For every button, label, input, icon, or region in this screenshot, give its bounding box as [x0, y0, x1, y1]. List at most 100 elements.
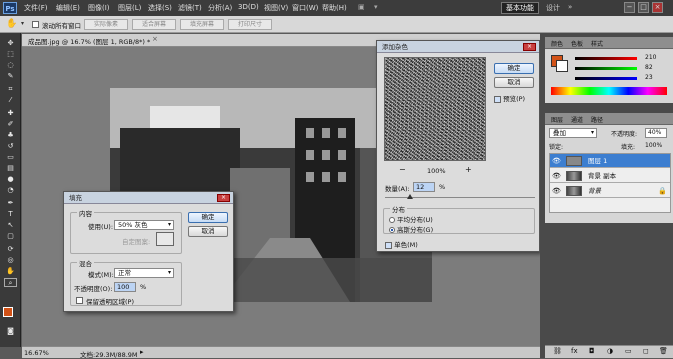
- layer-opacity-input[interactable]: 40%: [645, 128, 667, 138]
- mode-select[interactable]: 正常 ▾: [114, 268, 174, 278]
- close-button[interactable]: ×: [652, 2, 663, 13]
- blue-value[interactable]: 23: [645, 74, 653, 81]
- amount-input[interactable]: 12: [413, 182, 435, 192]
- path-select-icon[interactable]: ↖: [4, 221, 17, 230]
- brush-tool-icon[interactable]: ✐: [4, 120, 17, 129]
- shape-tool-icon[interactable]: ▢: [4, 232, 17, 241]
- fill-screen-button[interactable]: 填充屏幕: [180, 19, 224, 30]
- layer-row[interactable]: 👁 背景 🔒: [550, 184, 670, 198]
- adjustment-layer-icon[interactable]: ◑: [607, 347, 613, 355]
- actual-pixels-button[interactable]: 实际像素: [84, 19, 128, 30]
- red-value[interactable]: 210: [645, 54, 656, 61]
- tab-layers[interactable]: 图层: [551, 115, 563, 124]
- tab-paths[interactable]: 路径: [591, 115, 603, 124]
- tab-swatches[interactable]: 色板: [571, 39, 583, 48]
- trash-icon[interactable]: 🗑: [659, 347, 668, 355]
- blend-mode-select[interactable]: 叠加 ▾: [549, 128, 597, 138]
- fill-ok-button[interactable]: 确定: [188, 212, 228, 223]
- noise-cancel-button[interactable]: 取消: [494, 77, 534, 88]
- fit-screen-button[interactable]: 适合屏幕: [132, 19, 176, 30]
- eraser-tool-icon[interactable]: ▭: [4, 153, 17, 162]
- history-brush-icon[interactable]: ↺: [4, 142, 17, 151]
- 3d-rotate-icon[interactable]: ⟳: [4, 245, 17, 254]
- tab-channels[interactable]: 通道: [571, 115, 583, 124]
- color-spectrum-bar[interactable]: [551, 87, 667, 95]
- menu-help[interactable]: 帮助(H): [322, 3, 347, 13]
- layer-row[interactable]: 👁 背景 副本: [550, 169, 670, 183]
- menu-3d[interactable]: 3D(D): [238, 3, 259, 11]
- layer-row[interactable]: 👁 图层 1: [550, 154, 670, 168]
- crop-tool-icon[interactable]: ⌗: [4, 85, 17, 94]
- opacity-input[interactable]: 100: [114, 282, 136, 292]
- menu-edit[interactable]: 编辑(E): [56, 3, 80, 13]
- menu-file[interactable]: 文件(F): [24, 3, 48, 13]
- workspace-button[interactable]: 基本功能: [501, 2, 539, 14]
- scroll-all-checkbox[interactable]: [32, 20, 39, 28]
- eye-icon[interactable]: 👁: [552, 187, 561, 195]
- quick-select-tool-icon[interactable]: ✎: [4, 72, 17, 81]
- status-menu-arrow-icon[interactable]: ▸: [140, 348, 144, 356]
- tab-color[interactable]: 颜色: [551, 39, 563, 48]
- minimize-button[interactable]: −: [624, 2, 635, 13]
- move-tool-icon[interactable]: ✥: [4, 39, 17, 48]
- zoom-readout[interactable]: 16.67%: [24, 349, 49, 357]
- lasso-tool-icon[interactable]: ◌: [4, 61, 17, 70]
- pen-tool-icon[interactable]: ✒: [4, 199, 17, 208]
- monochromatic-checkbox[interactable]: 单色(M): [385, 239, 418, 249]
- 3d-orbit-icon[interactable]: ◎: [4, 256, 17, 265]
- bg-color-swatch[interactable]: [556, 60, 568, 72]
- workspace-more-icon[interactable]: »: [568, 3, 572, 11]
- print-size-button[interactable]: 打印尺寸: [228, 19, 272, 30]
- new-group-icon[interactable]: ▭: [625, 347, 632, 355]
- quick-mask-icon[interactable]: ◙: [4, 327, 17, 336]
- tab-close-icon[interactable]: ×: [152, 35, 158, 43]
- menu-analysis[interactable]: 分析(A): [208, 3, 232, 13]
- layer-mask-icon[interactable]: ◘: [589, 347, 595, 355]
- menu-view[interactable]: 视图(V): [264, 3, 288, 13]
- tab-styles[interactable]: 样式: [591, 39, 603, 48]
- custom-pattern-picker[interactable]: [156, 232, 174, 246]
- type-tool-icon[interactable]: T: [4, 210, 17, 219]
- uniform-radio[interactable]: 平均分布(U): [389, 214, 433, 224]
- fx-icon[interactable]: fx: [571, 347, 578, 355]
- blur-tool-icon[interactable]: ●: [4, 175, 17, 184]
- noise-close-icon[interactable]: ×: [523, 43, 536, 51]
- hand-tool-icon[interactable]: ✋: [4, 267, 17, 276]
- hand-tool-icon[interactable]: ✋: [6, 19, 17, 29]
- noise-preview[interactable]: [384, 57, 486, 161]
- menu-image[interactable]: 图像(I): [88, 3, 110, 13]
- marquee-tool-icon[interactable]: ⬚: [4, 50, 17, 59]
- foreground-color-swatch[interactable]: [3, 307, 13, 317]
- menu-window[interactable]: 窗口(W): [292, 3, 318, 13]
- blue-slider[interactable]: [575, 77, 637, 80]
- eyedropper-tool-icon[interactable]: ⁄: [4, 96, 17, 105]
- healing-brush-icon[interactable]: ✚: [4, 109, 17, 118]
- fill-close-icon[interactable]: ×: [217, 194, 230, 202]
- eye-icon[interactable]: 👁: [552, 172, 561, 180]
- layer-fill-value[interactable]: 100%: [645, 142, 662, 149]
- preserve-transparency-checkbox[interactable]: [76, 296, 83, 304]
- zoom-tool-icon[interactable]: ⌕: [4, 278, 17, 287]
- green-slider[interactable]: [575, 67, 637, 70]
- tool-preset-arrow-icon[interactable]: ▾: [21, 20, 24, 27]
- zoom-in-icon[interactable]: +: [465, 165, 472, 174]
- menu-select[interactable]: 选择(S): [148, 3, 172, 13]
- maximize-button[interactable]: □: [638, 2, 649, 13]
- amount-slider-handle[interactable]: [407, 194, 413, 199]
- link-layers-icon[interactable]: ⛓: [553, 347, 562, 355]
- workspace-design[interactable]: 设计: [546, 3, 560, 13]
- zoom-out-icon[interactable]: −: [399, 165, 406, 174]
- clone-stamp-icon[interactable]: ♣: [4, 131, 17, 140]
- zoom-level-icon[interactable]: ▾: [374, 3, 378, 11]
- bridge-icon[interactable]: ▣: [358, 3, 365, 11]
- use-select[interactable]: 50% 灰色 ▾: [114, 220, 174, 230]
- red-slider[interactable]: [575, 57, 637, 60]
- dodge-tool-icon[interactable]: ◔: [4, 186, 17, 195]
- preview-checkbox[interactable]: 预览(P): [494, 93, 525, 103]
- green-value[interactable]: 82: [645, 64, 653, 71]
- gaussian-radio[interactable]: 高斯分布(G): [389, 224, 433, 234]
- noise-ok-button[interactable]: 确定: [494, 63, 534, 74]
- menu-layer[interactable]: 图层(L): [118, 3, 141, 13]
- fill-cancel-button[interactable]: 取消: [188, 226, 228, 237]
- menu-filter[interactable]: 滤镜(T): [178, 3, 202, 13]
